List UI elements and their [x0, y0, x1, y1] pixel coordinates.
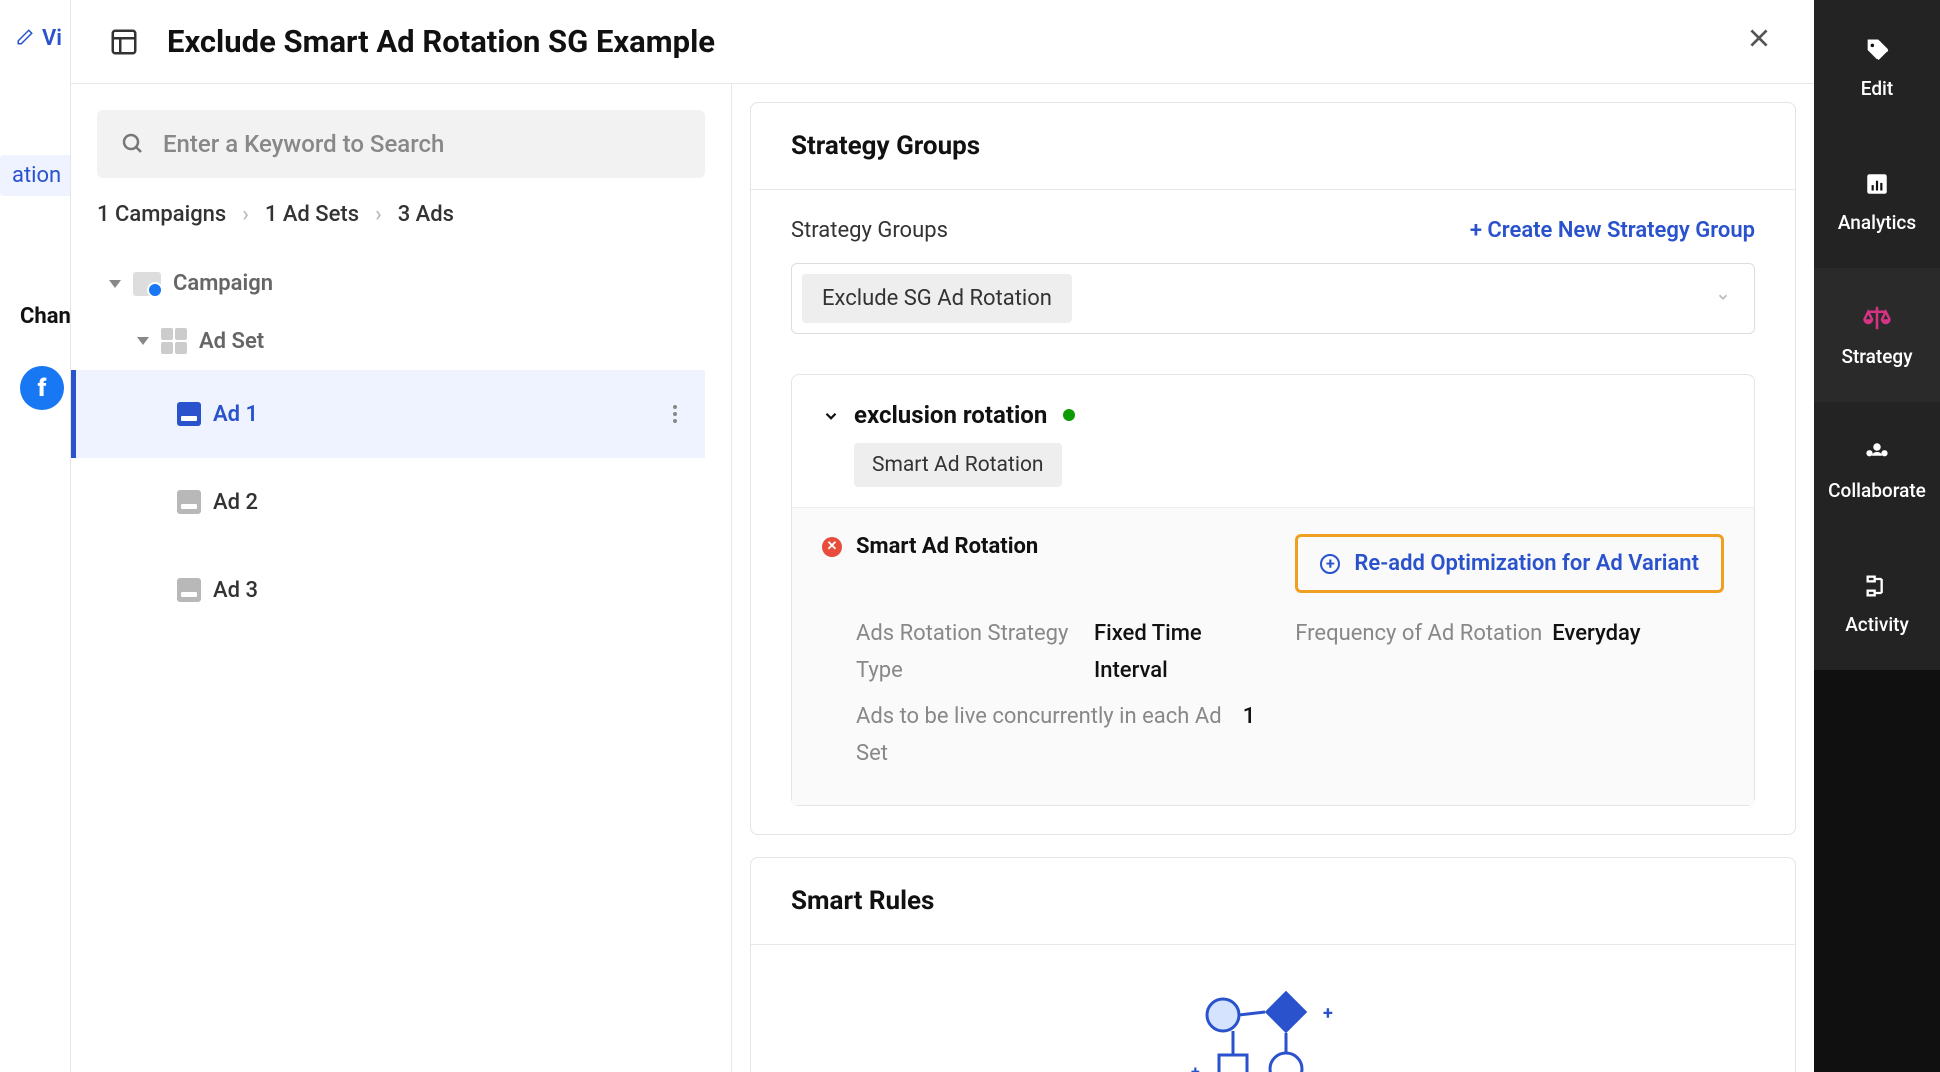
card-header: Smart Rules [751, 858, 1795, 945]
rotation-header[interactable]: exclusion rotation Smart Ad Rotation [792, 375, 1754, 507]
rotation-body: ✕ Smart Ad Rotation + Re-add Optimizatio… [792, 507, 1754, 805]
caret-down-icon [137, 337, 149, 345]
sidebar-activity-label: Activity [1845, 613, 1909, 636]
detail-live-value: 1 [1243, 698, 1256, 773]
status-dot-active [1063, 409, 1075, 421]
tree: Campaign Ad Set Ad 1 Ad 2 [97, 255, 705, 1072]
tree-ad-3[interactable]: Ad 3 [97, 546, 705, 634]
sidebar-item-activity[interactable]: Activity [1814, 536, 1940, 670]
search-input[interactable] [163, 130, 681, 158]
breadcrumb: 1 Campaigns › 1 Ad Sets › 3 Ads [97, 202, 705, 227]
background-partial: Vi ation Chan f [0, 0, 70, 1072]
bg-tag: ation [0, 155, 73, 196]
rotation-tag: Smart Ad Rotation [854, 443, 1062, 487]
modal-panel: Exclude Smart Ad Rotation SG Example 1 C… [70, 0, 1814, 1072]
diagram-icon: + + + [1183, 985, 1363, 1072]
tree-adset[interactable]: Ad Set [97, 312, 705, 370]
detail-freq-value: Everyday [1552, 615, 1640, 690]
rotation-body-title-row: ✕ Smart Ad Rotation [822, 534, 1038, 559]
rotation-body-top: ✕ Smart Ad Rotation + Re-add Optimizatio… [822, 534, 1724, 593]
smart-rules-diagram: + + + [751, 945, 1795, 1072]
strategy-groups-card: Strategy Groups Strategy Groups + Create… [750, 102, 1796, 835]
tree-ad-1[interactable]: Ad 1 [71, 370, 705, 458]
search-icon [121, 132, 145, 156]
smart-rules-card: Smart Rules + + + [750, 857, 1796, 1072]
sg-label: Strategy Groups [791, 218, 948, 243]
grid-icon [161, 328, 187, 354]
pencil-icon [16, 28, 34, 51]
sg-select[interactable]: Exclude SG Ad Rotation [791, 263, 1755, 334]
sidebar-item-analytics[interactable]: Analytics [1814, 134, 1940, 268]
bc-campaigns[interactable]: 1 Campaigns [97, 202, 226, 227]
detail-type-value: Fixed Time Interval [1094, 615, 1255, 690]
facebook-icon: f [20, 366, 64, 410]
page-title: Exclude Smart Ad Rotation SG Example [167, 23, 1714, 60]
rotation-card: exclusion rotation Smart Ad Rotation ✕ S… [791, 374, 1755, 806]
right-sidebar: Edit Analytics Strategy Collaborate Acti… [1814, 0, 1940, 1072]
remove-icon[interactable]: ✕ [822, 537, 842, 557]
tree-ad-2[interactable]: Ad 2 [97, 458, 705, 546]
sidebar-item-edit[interactable]: Edit [1814, 0, 1940, 134]
chevron-right-icon: › [242, 202, 249, 227]
tree-campaign[interactable]: Campaign [97, 255, 705, 312]
layout-icon[interactable] [109, 27, 139, 57]
ad-label: Ad 2 [213, 490, 258, 515]
bg-view-text: Vi [42, 26, 62, 51]
modal-header: Exclude Smart Ad Rotation SG Example [71, 0, 1814, 84]
bg-channel-label: Chan [20, 304, 71, 329]
rotation-body-title: Smart Ad Rotation [856, 534, 1038, 559]
sg-card-title: Strategy Groups [791, 131, 1755, 161]
content-panel: Strategy Groups Strategy Groups + Create… [732, 84, 1814, 1072]
readd-text: Re-add Optimization for Ad Variant [1354, 551, 1699, 576]
folder-icon [133, 272, 161, 296]
search-box[interactable] [97, 110, 705, 178]
ad-label: Ad 1 [213, 402, 258, 427]
left-panel: 1 Campaigns › 1 Ad Sets › 3 Ads Campaign… [71, 84, 732, 1072]
ad-icon [177, 402, 201, 426]
detail-live-label: Ads to be live concurrently in each Ad S… [856, 698, 1233, 773]
campaign-label: Campaign [173, 271, 273, 296]
caret-down-icon [109, 280, 121, 288]
sidebar-item-collaborate[interactable]: Collaborate [1814, 402, 1940, 536]
sidebar-item-strategy[interactable]: Strategy [1814, 268, 1940, 402]
detail-type-label: Ads Rotation Strategy Type [856, 615, 1084, 690]
chevron-down-icon [822, 407, 838, 423]
card-body: Strategy Groups + Create New Strategy Gr… [751, 190, 1795, 834]
readd-optimization-button[interactable]: + Re-add Optimization for Ad Variant [1295, 534, 1724, 593]
sg-selected-chip: Exclude SG Ad Rotation [802, 274, 1072, 323]
plus-circle-icon: + [1320, 554, 1340, 574]
ad-icon [177, 490, 201, 514]
create-strategy-group-link[interactable]: + Create New Strategy Group [1470, 218, 1755, 243]
detail-freq-label: Frequency of Ad Rotation [1295, 615, 1542, 690]
bc-adsets[interactable]: 1 Ad Sets [265, 202, 359, 227]
bc-ads[interactable]: 3 Ads [398, 202, 454, 227]
svg-text:+: + [1191, 1062, 1200, 1072]
activity-icon [1862, 571, 1892, 601]
rotation-details: Ads Rotation Strategy Type Fixed Time In… [822, 615, 1724, 773]
tag-icon [1862, 35, 1892, 65]
adset-label: Ad Set [199, 329, 264, 354]
chevron-down-icon [1716, 289, 1730, 308]
modal-body: 1 Campaigns › 1 Ad Sets › 3 Ads Campaign… [71, 84, 1814, 1072]
sidebar-strategy-label: Strategy [1841, 345, 1912, 368]
sidebar-collaborate-label: Collaborate [1828, 479, 1926, 502]
rotation-title: exclusion rotation [854, 401, 1047, 429]
rotation-title-row: exclusion rotation [822, 401, 1724, 429]
more-menu-button[interactable] [673, 405, 677, 423]
close-button[interactable] [1742, 20, 1776, 63]
people-icon [1862, 437, 1892, 467]
sg-top-row: Strategy Groups + Create New Strategy Gr… [791, 218, 1755, 243]
chevron-right-icon: › [375, 202, 382, 227]
sidebar-edit-label: Edit [1861, 77, 1893, 100]
chart-icon [1862, 169, 1892, 199]
ad-icon [177, 578, 201, 602]
ad-label: Ad 3 [213, 578, 258, 603]
svg-text:+: + [1323, 1003, 1333, 1024]
sidebar-analytics-label: Analytics [1838, 211, 1916, 234]
card-header: Strategy Groups [751, 103, 1795, 190]
smart-rules-title: Smart Rules [791, 886, 1755, 916]
scales-icon [1862, 303, 1892, 333]
